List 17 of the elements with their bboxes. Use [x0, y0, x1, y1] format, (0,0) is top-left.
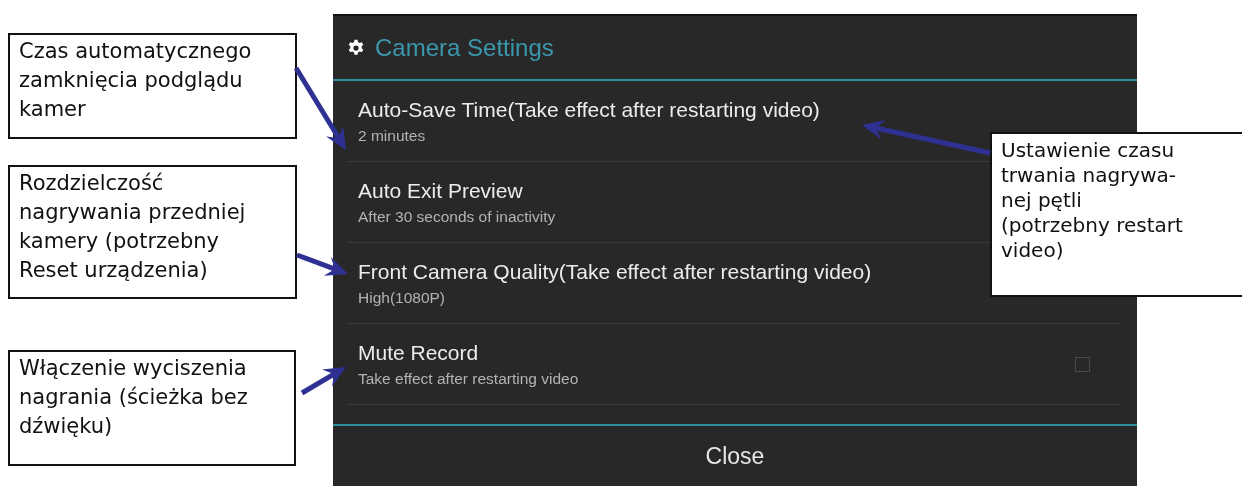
arrow — [296, 252, 348, 276]
gear-icon — [347, 38, 365, 57]
callout-tooltip: Włączenie wyciszenia nagrania (ścieżka bez dźwięku) — [8, 350, 296, 466]
setting-title: Front Camera Quality(Take effect after restarting video) — [358, 259, 872, 284]
callout-tooltip: Czas automatycznego zamknięcia podglądu kamer — [8, 33, 297, 139]
setting-title: Auto-Save Time(Take effect after restarting video) — [358, 97, 820, 122]
setting-title: Auto Exit Preview — [358, 178, 524, 203]
checkbox[interactable] — [1075, 356, 1090, 372]
callout-tooltip: Rozdzielczość nagrywania przedniej kamery (potrzebny Reset urządzenia) — [8, 165, 297, 299]
callout-tooltip: Ustawienie czasu trwania nagrywa- nej pętli (potrzebny restart video) — [990, 132, 1242, 297]
setting-summary: After 30 seconds of inactivity — [358, 207, 556, 226]
arrow — [300, 367, 346, 396]
setting-summary: Take effect after restarting video — [358, 369, 579, 388]
setting-summary: 2 minutes — [358, 126, 427, 145]
dialog-title: Camera Settings — [375, 33, 554, 62]
setting-title: Mute Record — [358, 340, 480, 365]
setting-summary: High(1080P) — [358, 288, 447, 307]
